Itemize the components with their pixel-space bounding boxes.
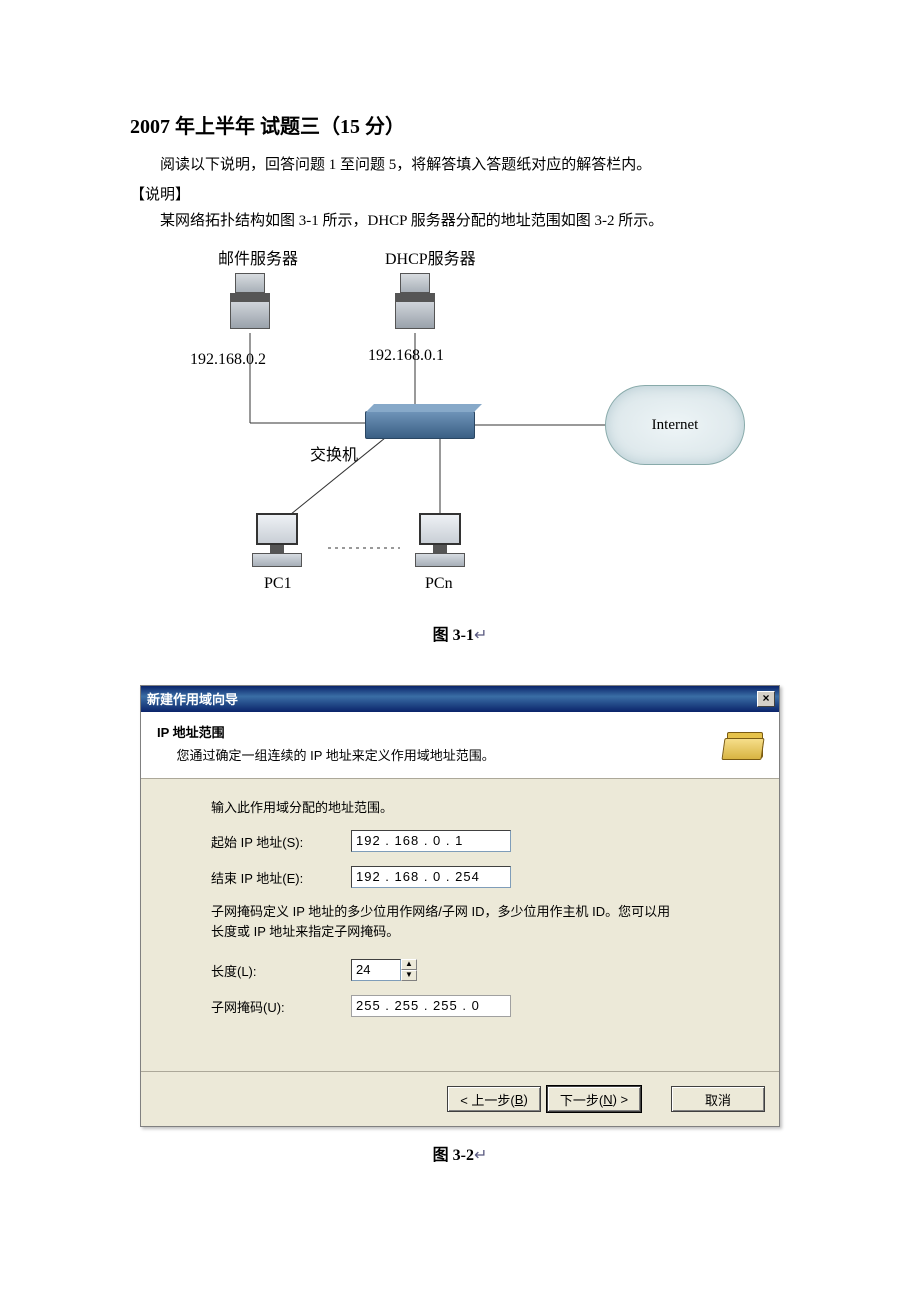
instruction-text: 输入此作用域分配的地址范围。	[211, 797, 753, 816]
dialog-titlebar: 新建作用域向导 ×	[141, 686, 779, 712]
mail-server-ip: 192.168.0.2	[190, 351, 266, 369]
switch-label: 交换机	[310, 441, 358, 465]
mask-explanation: 子网掩码定义 IP 地址的多少位用作网络/子网 ID，多少位用作主机 ID。您可…	[211, 902, 681, 941]
pcn-icon	[415, 513, 465, 567]
subnet-mask-label: 子网掩码(U):	[211, 997, 351, 1016]
pcn-label: PCn	[425, 575, 453, 593]
spinner-up-icon[interactable]: ▲	[401, 959, 417, 970]
network-diagram: 邮件服务器 192.168.0.2 DHCP服务器 192.168.0.1 交换…	[160, 243, 760, 613]
section-label: 【说明】	[130, 183, 790, 207]
header-description: 您通过确定一组连续的 IP 地址来定义作用域地址范围。	[177, 745, 495, 764]
figure-3-1-caption: 图 3-1↵	[130, 621, 790, 645]
page-title: 2007 年上半年 试题三（15 分）	[130, 110, 790, 139]
length-value[interactable]: 24	[351, 959, 401, 981]
internet-label: Internet	[652, 417, 699, 434]
dialog-title: 新建作用域向导	[147, 689, 238, 708]
dialog-header: IP 地址范围 您通过确定一组连续的 IP 地址来定义作用域地址范围。	[141, 712, 779, 779]
pc1-icon	[252, 513, 302, 567]
internet-cloud-icon: Internet	[605, 385, 745, 465]
dhcp-server-label: DHCP服务器	[385, 245, 476, 269]
next-button[interactable]: 下一步(N) >	[547, 1086, 641, 1112]
dhcp-server-icon	[395, 273, 435, 329]
folder-icon	[723, 722, 767, 762]
spinner-down-icon[interactable]: ▼	[401, 970, 417, 981]
start-ip-input[interactable]: 192 . 168 . 0 . 1	[351, 830, 511, 852]
close-button[interactable]: ×	[757, 691, 775, 707]
mail-server-icon	[230, 273, 270, 329]
intro-paragraph: 阅读以下说明，回答问题 1 至问题 5，将解答填入答题纸对应的解答栏内。	[130, 153, 790, 177]
switch-icon	[365, 411, 475, 439]
dialog-button-row: < 上一步(B) 下一步(N) > 取消	[141, 1072, 779, 1126]
close-icon: ×	[762, 691, 769, 705]
body-paragraph: 某网络拓扑结构如图 3-1 所示，DHCP 服务器分配的地址范围如图 3-2 所…	[130, 209, 790, 233]
dhcp-wizard-dialog: 新建作用域向导 × IP 地址范围 您通过确定一组连续的 IP 地址来定义作用域…	[140, 685, 780, 1127]
dhcp-server-ip: 192.168.0.1	[368, 347, 444, 365]
back-button[interactable]: < 上一步(B)	[447, 1086, 541, 1112]
length-label: 长度(L):	[211, 961, 351, 980]
end-ip-label: 结束 IP 地址(E):	[211, 868, 351, 887]
mail-server-label: 邮件服务器	[218, 245, 298, 269]
end-ip-input[interactable]: 192 . 168 . 0 . 254	[351, 866, 511, 888]
subnet-mask-input[interactable]: 255 . 255 . 255 . 0	[351, 995, 511, 1017]
header-title: IP 地址范围	[157, 722, 495, 741]
start-ip-label: 起始 IP 地址(S):	[211, 832, 351, 851]
figure-3-2-caption: 图 3-2↵	[140, 1141, 780, 1165]
length-spinner[interactable]: 24 ▲ ▼	[351, 959, 417, 981]
pc1-label: PC1	[264, 575, 292, 593]
cancel-button[interactable]: 取消	[671, 1086, 765, 1112]
